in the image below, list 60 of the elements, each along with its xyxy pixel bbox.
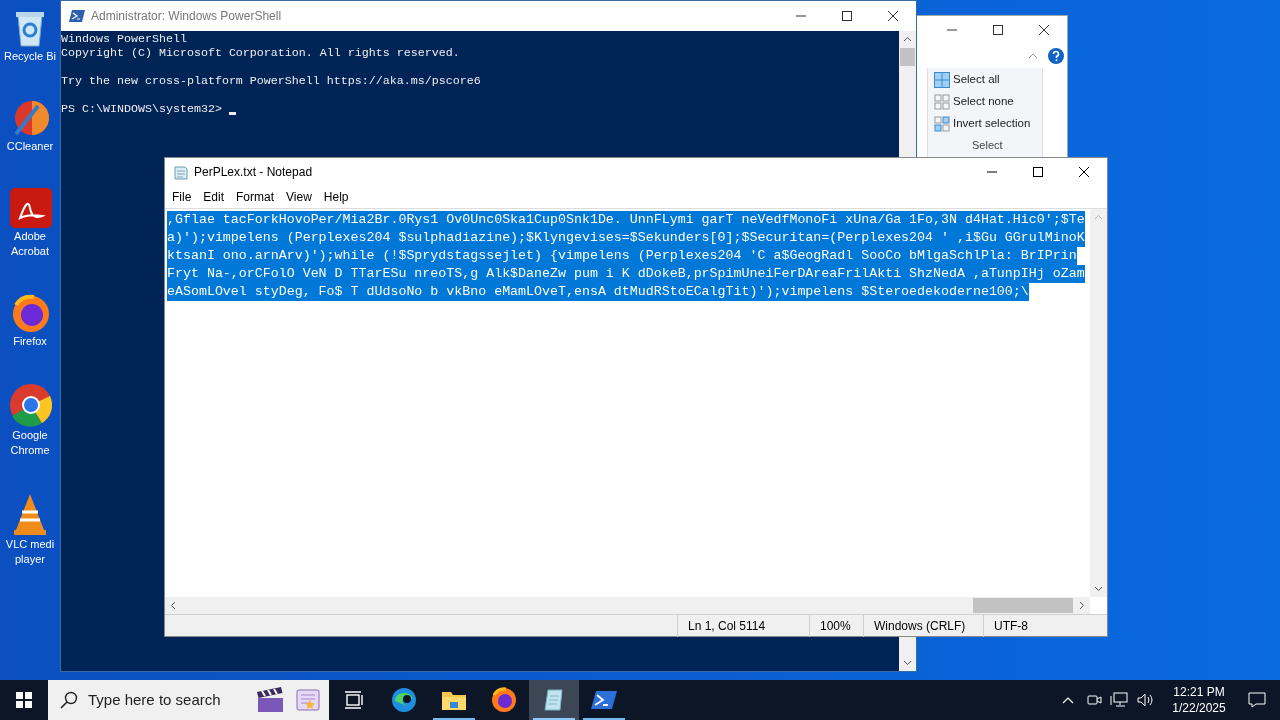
menu-item[interactable]: Edit bbox=[197, 188, 231, 206]
status-field: 100% bbox=[809, 614, 863, 637]
task-view-icon bbox=[344, 691, 364, 709]
collapse-ribbon-icon[interactable] bbox=[1028, 53, 1038, 59]
clapperboard-icon bbox=[255, 686, 285, 714]
running-indicator bbox=[533, 718, 575, 720]
icon-label[interactable]: Recycle Bi bbox=[4, 49, 56, 64]
search-box[interactable]: Type here to search bbox=[48, 680, 329, 720]
clock-time[interactable]: 12:21 PM bbox=[1173, 684, 1225, 700]
windows-icon bbox=[16, 692, 32, 708]
help-icon[interactable] bbox=[1048, 48, 1064, 64]
search-icon bbox=[60, 691, 78, 709]
window-title: Administrator: Windows PowerShell bbox=[91, 8, 282, 25]
tray-expand-icon[interactable] bbox=[1062, 696, 1074, 704]
document-icon[interactable] bbox=[8, 188, 52, 228]
cursor bbox=[228, 112, 236, 115]
ribbon-item[interactable]: Invert selection bbox=[934, 116, 1042, 132]
group-label: Select bbox=[972, 138, 1004, 153]
scroll-thumb[interactable] bbox=[973, 598, 1073, 613]
icon-label[interactable]: Firefox bbox=[13, 334, 47, 349]
icon-label[interactable]: VLC medi player bbox=[5, 537, 55, 567]
folder-icon bbox=[441, 689, 467, 711]
search-placeholder: Type here to search bbox=[88, 689, 221, 710]
meet-icon[interactable] bbox=[1086, 692, 1102, 708]
grid-icon bbox=[934, 94, 950, 110]
taskbar-button[interactable] bbox=[529, 680, 579, 720]
network-icon[interactable] bbox=[1110, 692, 1128, 708]
menu-item[interactable]: Format bbox=[230, 188, 281, 206]
status-field: UTF-8 bbox=[983, 614, 1093, 637]
scroll-thumb[interactable] bbox=[900, 48, 915, 66]
console-line: Windows PowerShell bbox=[61, 32, 187, 46]
scrollbar[interactable] bbox=[1090, 209, 1107, 597]
console-line: PS C:\WINDOWS\system32> bbox=[61, 102, 223, 116]
icon-label[interactable]: Adobe Acrobat bbox=[11, 229, 49, 259]
status-field: Ln 1, Col 5114 bbox=[677, 614, 809, 637]
ribbon-item[interactable]: Select all bbox=[934, 72, 1042, 88]
volume-icon[interactable] bbox=[1136, 692, 1154, 708]
icon-label[interactable]: Google Chrome bbox=[10, 428, 50, 458]
notepad-icon bbox=[173, 164, 189, 180]
console-line: Try the new cross-platform PowerShell https://aka.ms/pscore6 bbox=[61, 74, 481, 88]
powershell-icon bbox=[591, 689, 617, 711]
clock-date[interactable]: 1/22/2025 bbox=[1172, 700, 1226, 716]
powershell-icon bbox=[69, 9, 85, 23]
ribbon-item[interactable]: Select none bbox=[934, 94, 1042, 110]
menu-item[interactable]: Help bbox=[317, 188, 355, 206]
notification-icon[interactable] bbox=[1248, 692, 1266, 708]
grid-icon bbox=[934, 72, 950, 88]
swirl-logo-icon bbox=[391, 687, 417, 713]
notepad-icon bbox=[542, 688, 566, 712]
menu-item[interactable]: File bbox=[166, 188, 198, 206]
console-line: Copyright (C) Microsoft Corporation. All rights reserved. bbox=[61, 46, 460, 60]
circle-logo-icon[interactable] bbox=[8, 383, 52, 427]
running-indicator bbox=[583, 718, 625, 720]
grid-icon bbox=[934, 116, 950, 132]
window-title: PerPLex.txt - Notepad bbox=[194, 164, 313, 181]
status-field: Windows (CRLF) bbox=[863, 614, 983, 637]
icon-label[interactable]: CCleaner bbox=[6, 139, 54, 154]
running-indicator bbox=[433, 718, 475, 720]
menu-item[interactable]: View bbox=[280, 188, 318, 206]
fox-globe-icon bbox=[491, 687, 517, 713]
